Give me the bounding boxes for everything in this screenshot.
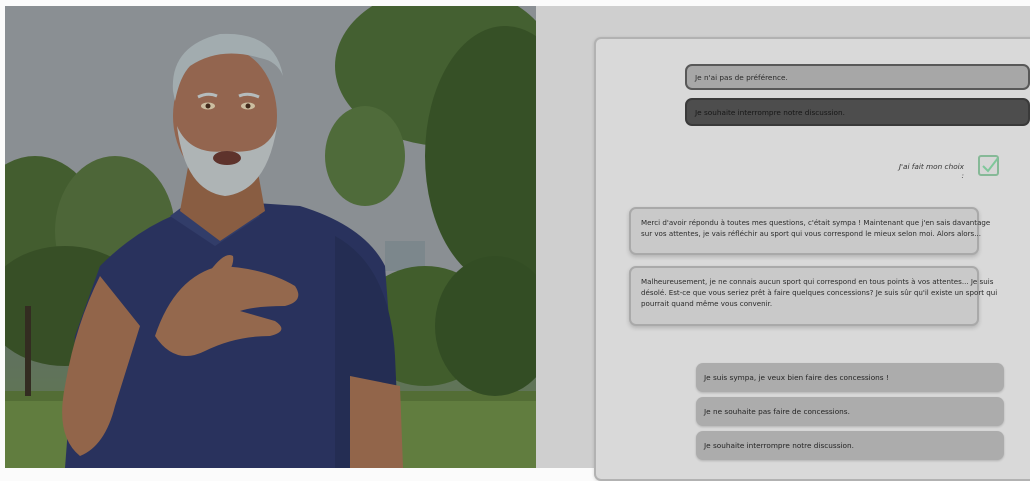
message-bubble-concessions: Malheureusement, je ne connais aucun spo… bbox=[629, 266, 998, 326]
reply-option-accept-concessions[interactable]: Je suis sympa, je veux bien faire des co… bbox=[696, 363, 1004, 392]
scene-illustration bbox=[5, 6, 536, 468]
choice-label: J'ai fait mon choix : bbox=[898, 162, 964, 180]
message-line: désolé. Est-ce que vous seriez prêt à fa… bbox=[641, 288, 998, 297]
message-line: sur vos attentes, je vais réfléchir au s… bbox=[641, 229, 981, 238]
reply-option-interrupt[interactable]: Je souhaite interrompre notre discussion… bbox=[696, 431, 1004, 460]
checkmark-icon bbox=[982, 157, 998, 173]
option-no-preference[interactable]: Je n'ai pas de préférence. bbox=[685, 64, 1030, 90]
message-line: Merci d'avoir répondu à toutes mes quest… bbox=[641, 218, 991, 227]
message-line: Malheureusement, je ne connais aucun spo… bbox=[641, 277, 994, 286]
confirm-choice-checkbox[interactable] bbox=[978, 155, 999, 176]
message-line: pourrait quand même vous convenir. bbox=[641, 299, 773, 308]
message-bubble-thanks: Merci d'avoir répondu à toutes mes quest… bbox=[629, 207, 991, 255]
reply-option-refuse-concessions[interactable]: Je ne souhaite pas faire de concessions. bbox=[696, 397, 1004, 426]
avatar-scene bbox=[5, 6, 536, 468]
option-interrupt-top[interactable]: Je souhaite interrompre notre discussion… bbox=[685, 98, 1030, 126]
